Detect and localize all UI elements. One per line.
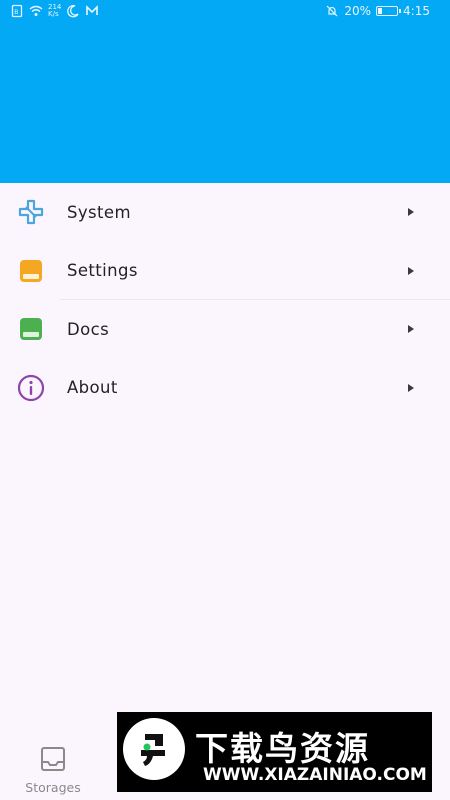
- watermark-title: 下载鸟资源: [195, 729, 370, 768]
- menu-item-system[interactable]: System: [0, 183, 450, 242]
- menu-item-label: About: [67, 378, 118, 398]
- status-right-icons: 20% 4:15: [325, 4, 430, 18]
- settings-book-icon: [17, 257, 45, 285]
- watermark-banner: 下载鸟资源 WWW.XIAZAINIAO.COM: [117, 712, 432, 792]
- gmail-icon: [86, 5, 99, 15]
- nav-tab-storages[interactable]: Storages: [8, 746, 98, 795]
- docs-book-icon: [17, 315, 45, 343]
- menu-item-label: Settings: [67, 261, 138, 281]
- menu-item-about[interactable]: About: [0, 359, 450, 418]
- net-speed-unit: K/s: [48, 10, 59, 18]
- chevron-right-icon: [408, 383, 414, 392]
- clock: 4:15: [403, 4, 430, 18]
- svg-text:B: B: [14, 9, 18, 16]
- info-icon: [17, 374, 45, 402]
- menu-item-settings[interactable]: Settings: [0, 242, 450, 300]
- chevron-right-icon: [408, 266, 414, 275]
- nav-label: Storages: [25, 780, 81, 795]
- battery-level: [378, 8, 383, 14]
- menu-item-label: Docs: [67, 319, 110, 339]
- menu-item-docs[interactable]: Docs: [0, 300, 450, 359]
- status-bar: B 214 K/s 20% 4:15: [0, 0, 450, 24]
- chevron-right-icon: [408, 325, 414, 334]
- me-menu: System Settings Docs About: [0, 183, 450, 417]
- wifi-icon: [29, 5, 43, 16]
- system-icon: [17, 198, 45, 226]
- net-speed: 214 K/s: [48, 4, 61, 18]
- bell-off-icon: [326, 5, 338, 17]
- chevron-right-icon: [408, 208, 414, 217]
- sim-icon: B: [11, 4, 23, 18]
- menu-item-label: System: [67, 202, 131, 222]
- app-header: B 214 K/s 20% 4:15: [0, 0, 450, 183]
- storage-box-icon: [41, 747, 65, 771]
- battery-percent: 20%: [344, 4, 372, 18]
- status-left-icons: B 214 K/s: [10, 4, 99, 18]
- watermark-url: WWW.XIAZAINIAO.COM: [203, 765, 427, 785]
- moon-icon: [67, 5, 79, 18]
- watermark-logo: [123, 718, 185, 780]
- battery-icon: [376, 6, 402, 16]
